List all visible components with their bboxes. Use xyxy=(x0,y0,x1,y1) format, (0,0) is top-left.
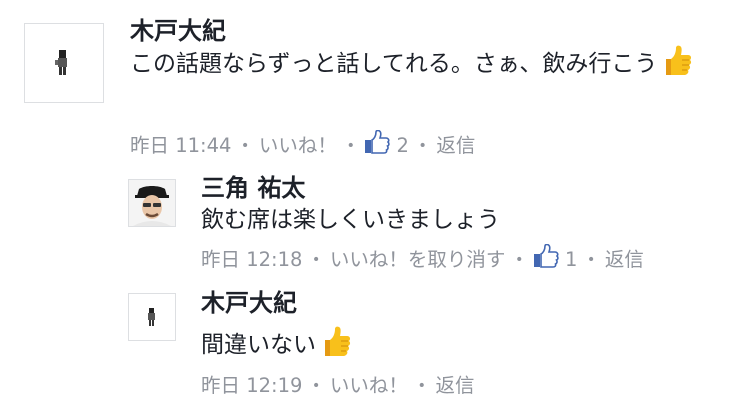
thumbs-up-emoji-icon xyxy=(658,45,692,88)
separator: ・ xyxy=(411,374,432,397)
comment-author[interactable]: 木戸大紀 xyxy=(201,288,297,318)
like-link[interactable]: いいね！ xyxy=(259,132,337,160)
comment-text-content: この話題ならずっと話してれる。さぁ、飲み行こう xyxy=(130,51,658,77)
comment-timestamp[interactable]: 昨日 12:19 xyxy=(201,372,302,400)
comment-text: この話題ならずっと話してれる。さぁ、飲み行こう xyxy=(130,45,715,88)
like-thumb-icon[interactable] xyxy=(364,129,391,162)
comment-meta: 昨日 12:18 ・ いいね！を取り消す ・ 1 ・ 返信 xyxy=(201,243,644,276)
avatar[interactable] xyxy=(128,179,176,227)
separator: ・ xyxy=(412,134,433,157)
like-thumb-icon[interactable] xyxy=(533,243,559,276)
comment-author[interactable]: 木戸大紀 xyxy=(130,16,226,46)
separator: ・ xyxy=(581,248,601,271)
comment-meta: 昨日 11:44 ・ いいね！ ・ 2 ・ 返信 xyxy=(130,129,475,162)
separator: ・ xyxy=(235,134,255,157)
reply-link[interactable]: 返信 xyxy=(436,132,475,160)
like-count[interactable]: 2 xyxy=(396,132,408,160)
like-link[interactable]: いいね！ xyxy=(330,372,408,400)
thumbs-up-emoji-icon xyxy=(317,326,351,369)
reply-link[interactable]: 返信 xyxy=(605,246,644,274)
comment-text: 間違いない xyxy=(201,326,731,369)
comment-author[interactable]: 三角 祐太 xyxy=(201,173,305,203)
separator: ・ xyxy=(306,248,326,271)
unlike-link[interactable]: いいね！を取り消す xyxy=(330,246,506,274)
separator: ・ xyxy=(340,134,361,157)
comment-text-content: 間違いない xyxy=(201,332,316,358)
comment-timestamp[interactable]: 昨日 11:44 xyxy=(130,132,231,160)
like-count[interactable]: 1 xyxy=(565,246,577,274)
avatar[interactable] xyxy=(24,23,104,103)
comment-meta: 昨日 12:19 ・ いいね！ ・ 返信 xyxy=(201,372,474,400)
avatar[interactable] xyxy=(128,293,176,341)
avatar-figure-icon xyxy=(148,308,155,326)
reply-link[interactable]: 返信 xyxy=(435,372,474,400)
separator: ・ xyxy=(306,374,326,397)
avatar-figure-icon xyxy=(55,50,67,75)
comment-timestamp[interactable]: 昨日 12:18 xyxy=(201,246,302,274)
comment-text: 飲む席は楽しくいきましょう xyxy=(201,207,500,233)
separator: ・ xyxy=(509,248,529,271)
avatar-man-with-hat-icon xyxy=(129,180,175,226)
